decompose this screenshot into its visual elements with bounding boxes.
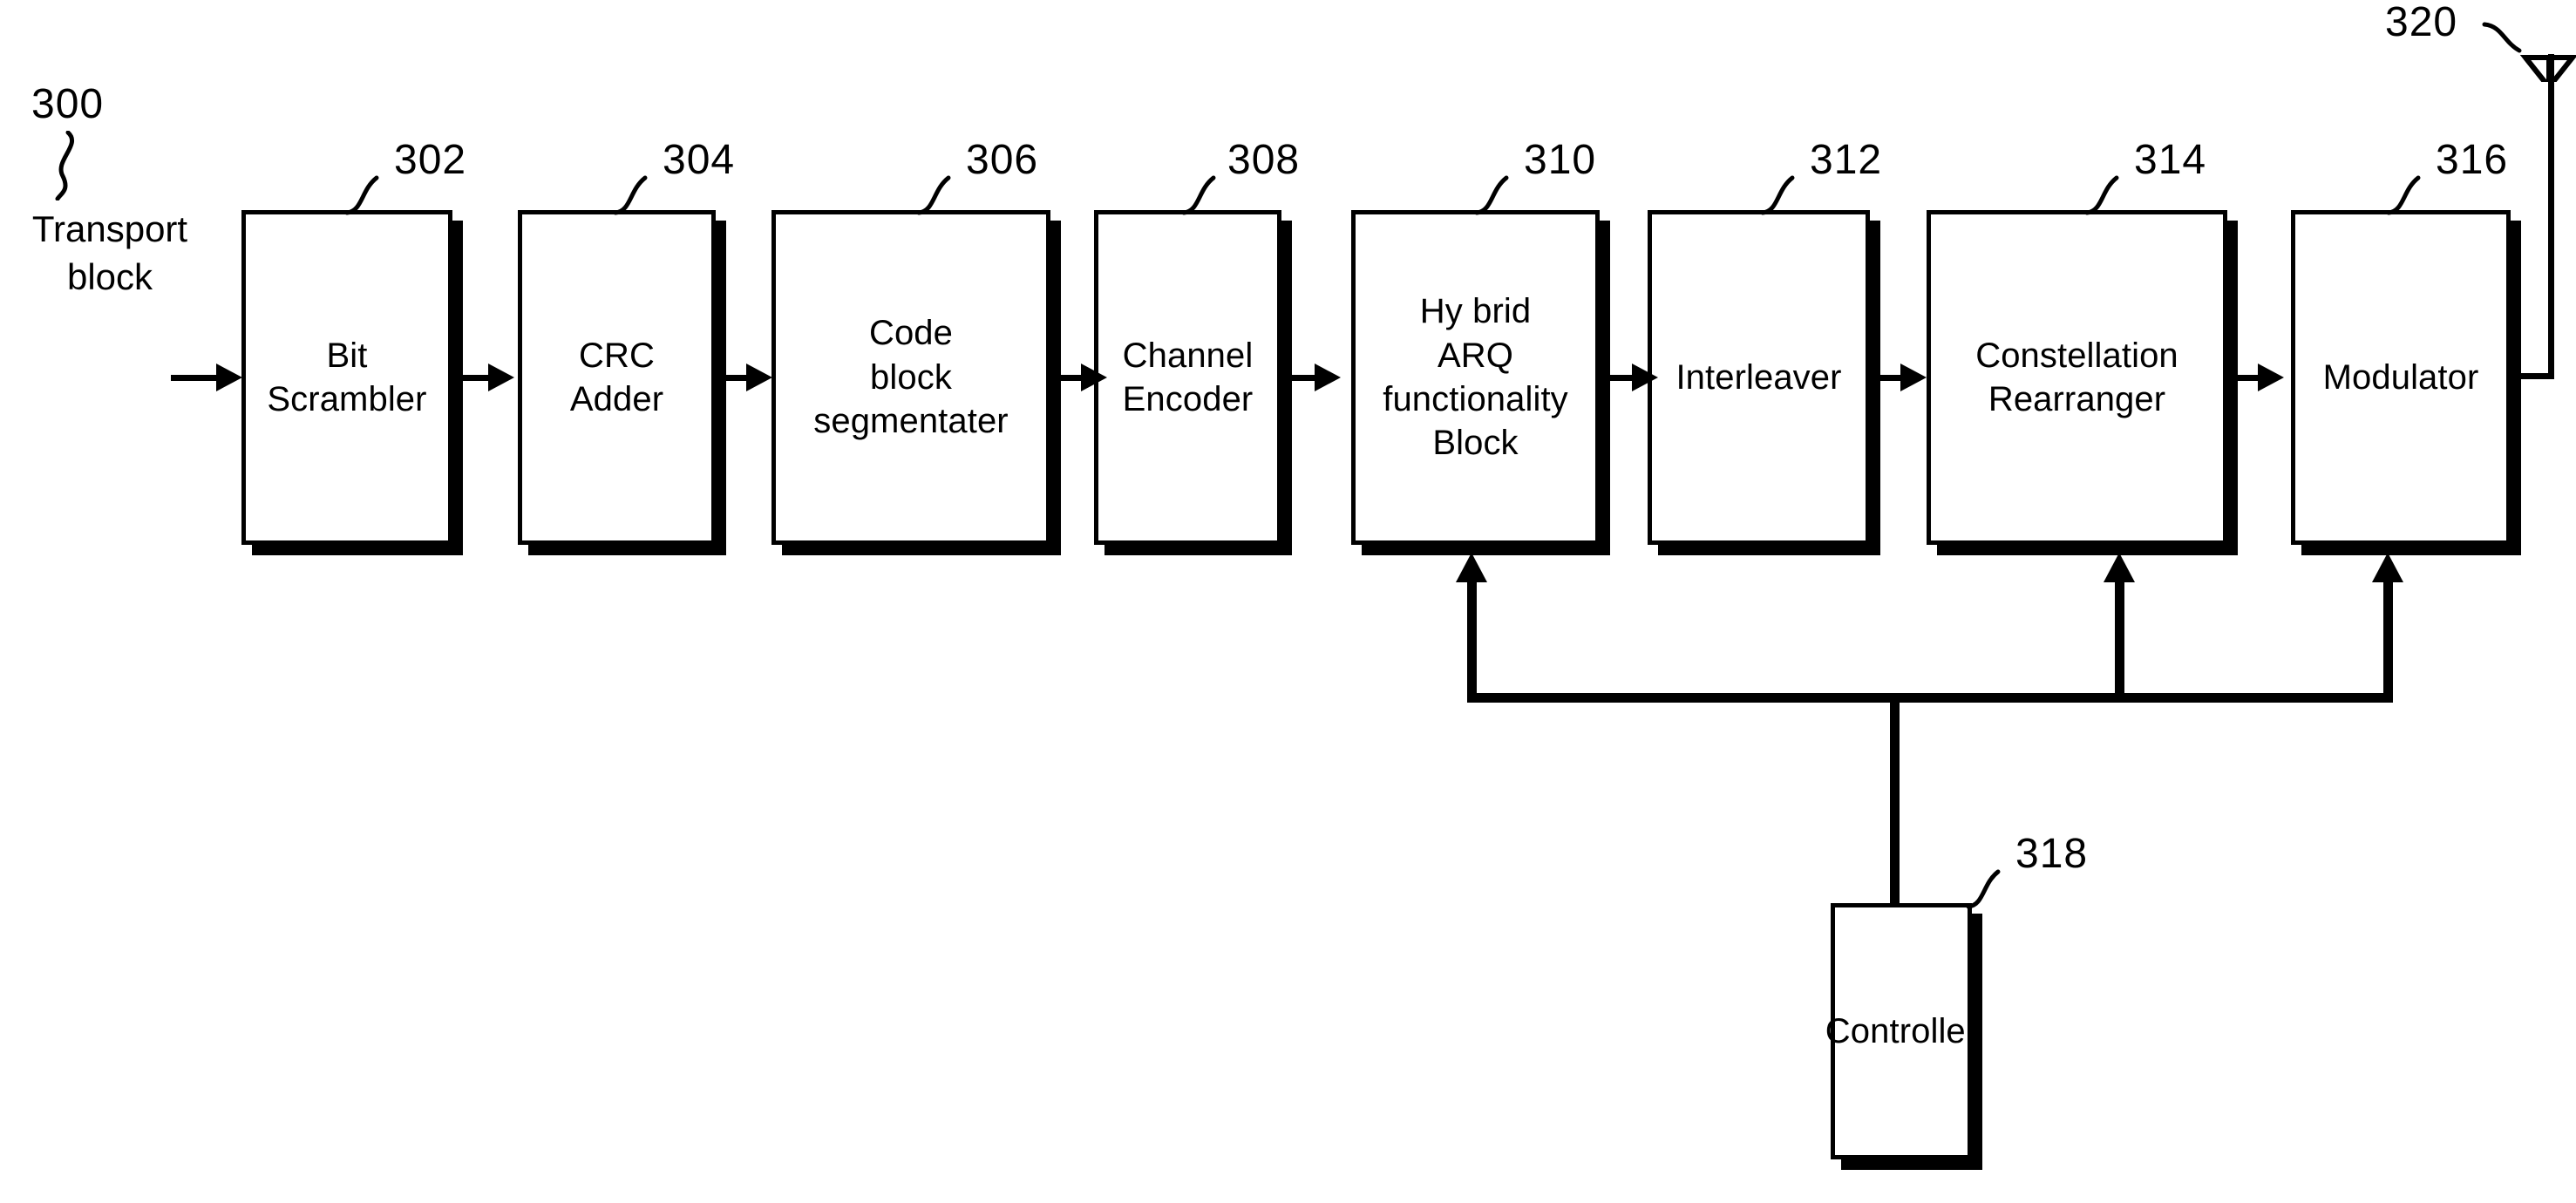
input-arrow-line <box>171 375 223 381</box>
arrow-head-302-304 <box>488 364 514 391</box>
ref-308: 308 <box>1227 137 1301 183</box>
bus-arrow-head-310 <box>1456 553 1487 582</box>
block-label-316: Modulator <box>2322 357 2479 397</box>
block-channel-encoder[interactable]: Channel Encoder <box>1094 210 1281 545</box>
block-label-312: Interleaver <box>1675 357 1842 397</box>
block-crc-adder[interactable]: CRC Adder <box>518 210 716 545</box>
bus-arrow-head-314 <box>2104 553 2135 582</box>
block-label-302: Bit Scrambler <box>267 336 427 418</box>
block-modulator[interactable]: Modulator <box>2291 210 2511 545</box>
bus-arrow-head-316 <box>2372 553 2403 582</box>
ref-302: 302 <box>394 137 467 183</box>
antenna-mast <box>2548 54 2554 377</box>
arrow-head-312-314 <box>1900 364 1927 391</box>
arrow-head-310-312 <box>1632 364 1658 391</box>
arrow-head-306-308 <box>1081 364 1107 391</box>
control-bus-horizontal <box>1467 693 2393 703</box>
ref-300: 300 <box>31 81 105 127</box>
block-code-block-segmentater[interactable]: Code block segmentater <box>771 210 1050 545</box>
block-controller[interactable]: Controller <box>1825 903 1977 1159</box>
transport-block-label: Transport block <box>31 208 188 297</box>
block-bit-scrambler[interactable]: Bit Scrambler <box>241 210 452 545</box>
bus-branch-316 <box>2383 575 2393 697</box>
leader-line-320 <box>2482 22 2522 53</box>
ref-312: 312 <box>1810 137 1883 183</box>
ref-306: 306 <box>966 137 1039 183</box>
block-hybrid-arq-functionality[interactable]: Hy brid ARQ functionality Block <box>1351 210 1600 545</box>
arrow-head-308-310 <box>1315 364 1341 391</box>
block-label-308: Channel Encoder <box>1122 336 1254 418</box>
ref-314: 314 <box>2134 137 2207 183</box>
ref-310: 310 <box>1524 137 1597 183</box>
block-label-306: Code block segmentater <box>813 314 1009 441</box>
block-label-304: CRC Adder <box>569 336 664 418</box>
ref-320: 320 <box>2385 0 2458 45</box>
block-constellation-rearranger[interactable]: Constellation Rearranger <box>1927 210 2227 545</box>
bus-branch-314 <box>2115 575 2124 697</box>
block-label-318: Controller <box>1825 1011 1978 1050</box>
ref-316: 316 <box>2436 137 2509 183</box>
ref-318: 318 <box>2015 831 2089 877</box>
ref-304: 304 <box>663 137 736 183</box>
arrow-head-304-306 <box>746 364 772 391</box>
figure-canvas: 300 Transport block Bit Scrambler 302 CR… <box>0 0 2576 1203</box>
bus-to-controller <box>1890 693 1900 907</box>
leader-line-300 <box>55 131 75 200</box>
block-label-314: Constellation Rearranger <box>1975 336 2178 418</box>
block-interleaver[interactable]: Interleaver <box>1648 210 1870 545</box>
arrow-head-314-316 <box>2258 364 2284 391</box>
block-label-310: Hy brid ARQ functionality Block <box>1383 292 1568 463</box>
bus-branch-310 <box>1467 575 1477 697</box>
input-arrow-head <box>216 364 242 391</box>
